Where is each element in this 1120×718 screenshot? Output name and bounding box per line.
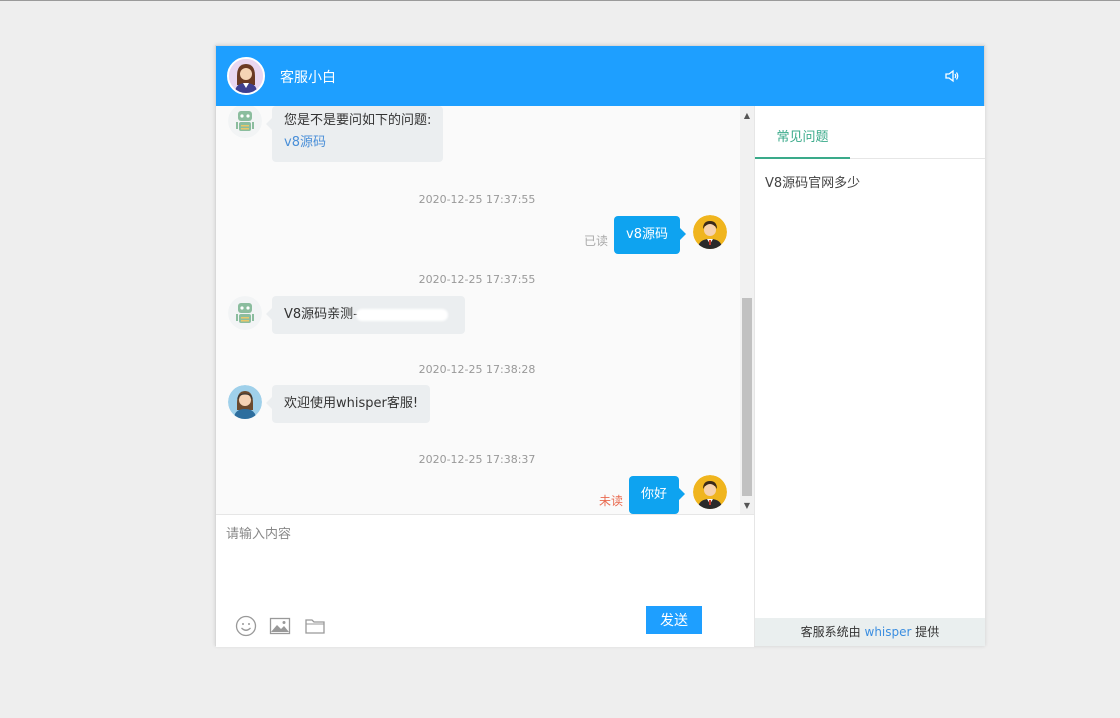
folder-icon[interactable] — [304, 615, 326, 637]
faq-panel: 常见问题 V8源码官网多少 客服系统由 whisper 提供 — [754, 106, 985, 646]
message-bubble-user: 你好 — [629, 476, 686, 514]
read-status: 已读 — [584, 234, 609, 248]
message-bubble-agent: 欢迎使用whisper客服! — [265, 385, 431, 423]
agent-name: 客服小白 — [280, 70, 336, 86]
speaker-icon[interactable] — [944, 68, 960, 84]
footer-prefix: 客服系统由 — [800, 625, 861, 639]
faq-tab-bar: 常见问题 — [755, 106, 985, 159]
message-time: 2020-12-25 17:38:37 — [418, 453, 536, 466]
user-avatar — [693, 475, 727, 509]
powered-by-footer: 客服系统由 whisper 提供 — [755, 618, 985, 646]
brand-link[interactable]: whisper — [865, 625, 912, 639]
emoji-icon[interactable] — [235, 615, 257, 637]
message-time: 2020-12-25 17:37:55 — [418, 273, 536, 286]
suggestion-link[interactable]: v8源码 — [284, 132, 431, 154]
message-text: V8源码亲测- — [284, 307, 358, 322]
agent-avatar-small — [228, 385, 262, 419]
footer-suffix: 提供 — [915, 625, 940, 639]
faq-item[interactable]: V8源码官网多少 — [765, 172, 860, 191]
scrollbar[interactable]: ▲ ▼ — [740, 106, 754, 514]
scrollbar-thumb[interactable] — [742, 298, 752, 496]
scroll-down-arrow-icon[interactable]: ▼ — [740, 498, 754, 512]
message-bubble-bot: 您是不是要问如下的问题: v8源码 — [265, 106, 444, 162]
message-list[interactable]: 您是不是要问如下的问题: v8源码 2020-12-25 17:37:55 已读… — [216, 106, 754, 514]
send-button[interactable]: 发送 — [646, 606, 702, 634]
scroll-up-arrow-icon[interactable]: ▲ — [740, 108, 754, 122]
chat-header: 客服小白 — [216, 46, 984, 106]
user-avatar — [693, 215, 727, 249]
chat-window: 客服小白 您是不是要问如下的问题: v8源码 2020-12-25 17:37:… — [215, 45, 985, 647]
message-bubble-bot: V8源码亲测- — [266, 296, 465, 334]
message-input[interactable] — [226, 523, 736, 603]
message-bubble-user: v8源码 — [614, 216, 686, 254]
agent-avatar — [227, 57, 265, 95]
message-text: 您是不是要问如下的问题: — [284, 113, 432, 128]
image-icon[interactable] — [269, 615, 291, 637]
unread-status: 未读 — [599, 494, 624, 508]
redacted-mark — [355, 308, 448, 321]
composer: 发送 — [216, 514, 754, 647]
robot-avatar — [228, 106, 262, 138]
message-time: 2020-12-25 17:37:55 — [418, 193, 536, 206]
robot-avatar — [228, 296, 262, 330]
message-time: 2020-12-25 17:38:28 — [418, 363, 536, 376]
tab-faq[interactable]: 常见问题 — [755, 106, 850, 159]
